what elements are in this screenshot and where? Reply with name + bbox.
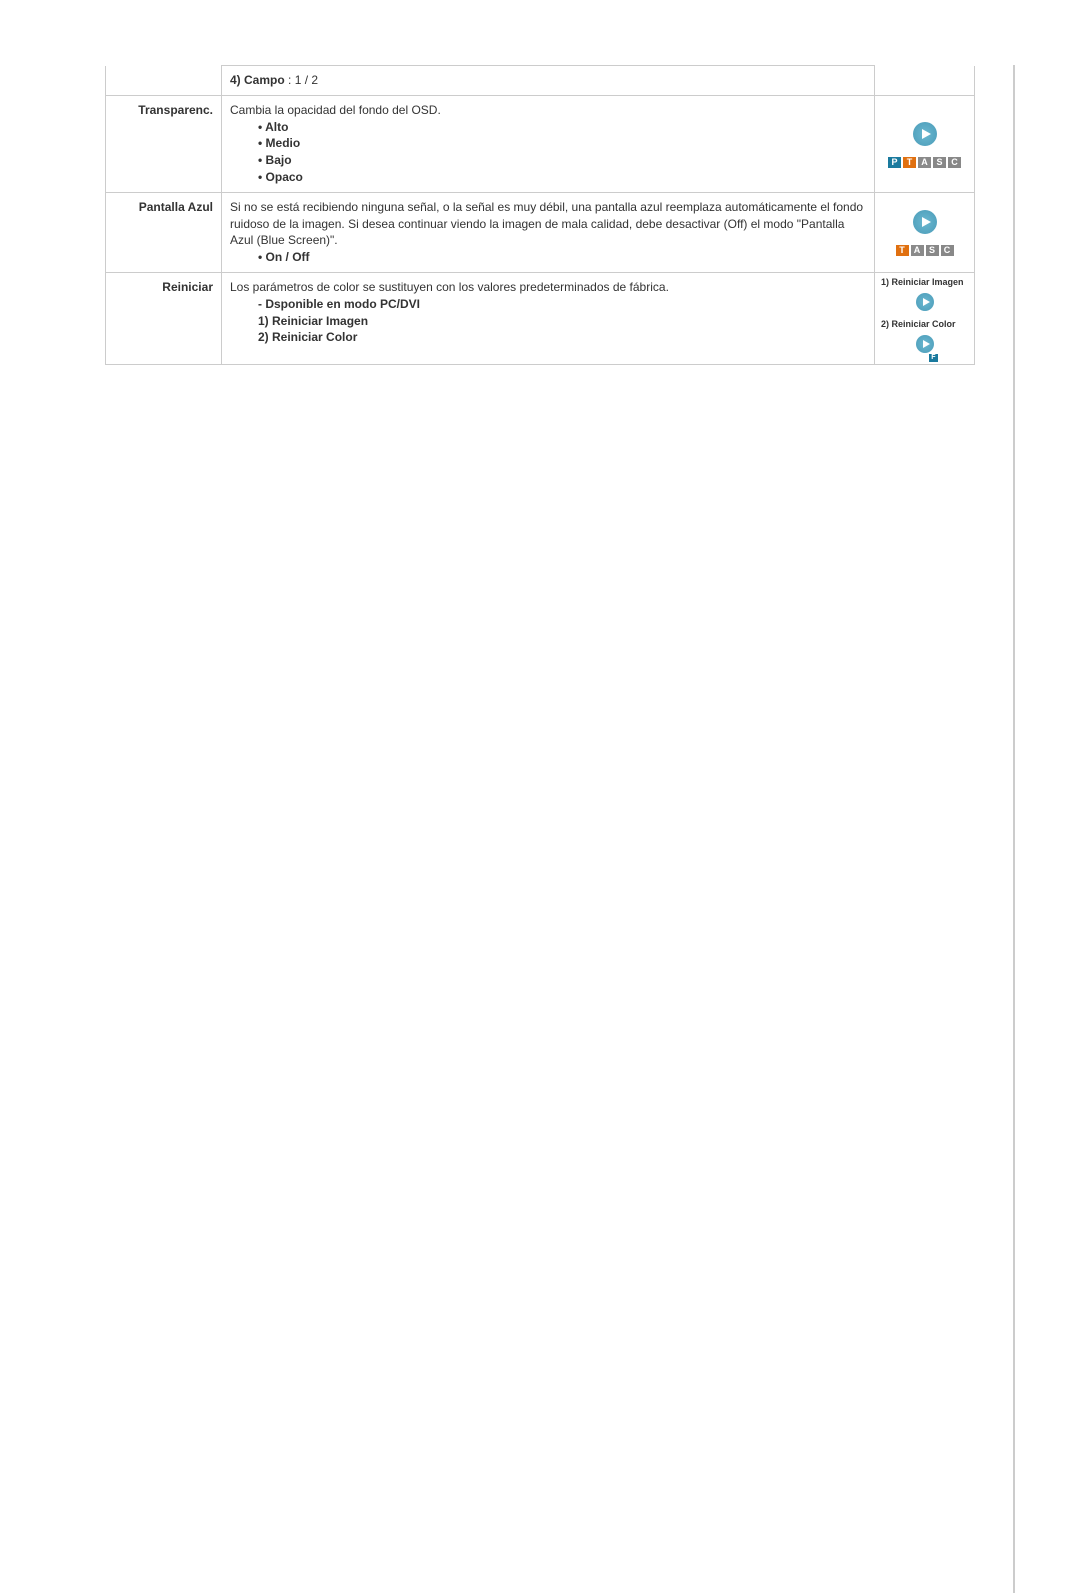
row-label-pantalla: Pantalla Azul: [106, 192, 222, 272]
tag-t: T: [903, 157, 916, 168]
table-row: Reiniciar Los parámetros de color se sus…: [106, 272, 975, 364]
play-icon[interactable]: [913, 210, 937, 234]
row-media-transparenc: P T A S C: [875, 95, 975, 192]
transparenc-option: Alto: [230, 119, 866, 136]
reinit-side-block: 1) Reiniciar Imagen 2) Reiniciar Color F: [881, 277, 968, 360]
transparenc-option: Opaco: [230, 169, 866, 186]
pantalla-desc: Si no se está recibiendo ninguna señal, …: [230, 199, 866, 249]
reiniciar-item1: 1) Reiniciar Imagen: [230, 313, 866, 330]
row-desc-pantalla: Si no se está recibiendo ninguna señal, …: [222, 192, 875, 272]
reiniciar-desc: Los parámetros de color se sustituyen co…: [230, 279, 866, 296]
tag-p: P: [888, 157, 901, 168]
tag-row: T A S C: [883, 245, 966, 256]
row-desc-reiniciar: Los parámetros de color se sustituyen co…: [222, 272, 875, 364]
play-icon[interactable]: [913, 122, 937, 146]
campo-label-prefix: 4) Campo: [230, 73, 285, 87]
play-icon[interactable]: [916, 293, 934, 311]
settings-table-container: 4) Campo : 1 / 2 Transparenc. Cambia la …: [105, 65, 975, 365]
table-row: Pantalla Azul Si no se está recibiendo n…: [106, 192, 975, 272]
play-icon[interactable]: [916, 335, 934, 353]
cell-campo: 4) Campo : 1 / 2: [222, 66, 875, 96]
tag-row: P T A S C: [883, 157, 966, 168]
tag-a: A: [918, 157, 931, 168]
tag-s: S: [933, 157, 946, 168]
transparenc-desc: Cambia la opacidad del fondo del OSD.: [230, 102, 866, 119]
tag-t: T: [896, 245, 909, 256]
campo-label-value: : 1 / 2: [285, 73, 318, 87]
tag-s: S: [926, 245, 939, 256]
table-row: Transparenc. Cambia la opacidad del fond…: [106, 95, 975, 192]
tag-c: C: [941, 245, 954, 256]
reiniciar-item2: 2) Reiniciar Color: [230, 329, 866, 346]
row-label-transparenc: Transparenc.: [106, 95, 222, 192]
row-media-reiniciar: 1) Reiniciar Imagen 2) Reiniciar Color F: [875, 272, 975, 364]
table-row: 4) Campo : 1 / 2: [106, 66, 975, 96]
row-label-reiniciar: Reiniciar: [106, 272, 222, 364]
transparenc-option: Bajo: [230, 152, 866, 169]
tag-a: A: [911, 245, 924, 256]
pantalla-option: On / Off: [230, 249, 866, 266]
row-media-pantalla: T A S C: [875, 192, 975, 272]
reinit-side-label-2: 2) Reiniciar Color: [881, 319, 956, 331]
cell-empty: [106, 66, 222, 96]
transparenc-option: Medio: [230, 135, 866, 152]
corner-badge: F: [929, 354, 937, 362]
cell-empty: [875, 66, 975, 96]
reinit-side-label-1: 1) Reiniciar Imagen: [881, 277, 964, 289]
icon-wrap: F: [916, 333, 934, 360]
page-right-border: [1013, 65, 1015, 1593]
icon-wrap: [916, 291, 934, 318]
settings-table: 4) Campo : 1 / 2 Transparenc. Cambia la …: [105, 65, 975, 365]
tag-c: C: [948, 157, 961, 168]
reiniciar-note: - Dsponible en modo PC/DVI: [230, 296, 866, 313]
row-desc-transparenc: Cambia la opacidad del fondo del OSD. Al…: [222, 95, 875, 192]
